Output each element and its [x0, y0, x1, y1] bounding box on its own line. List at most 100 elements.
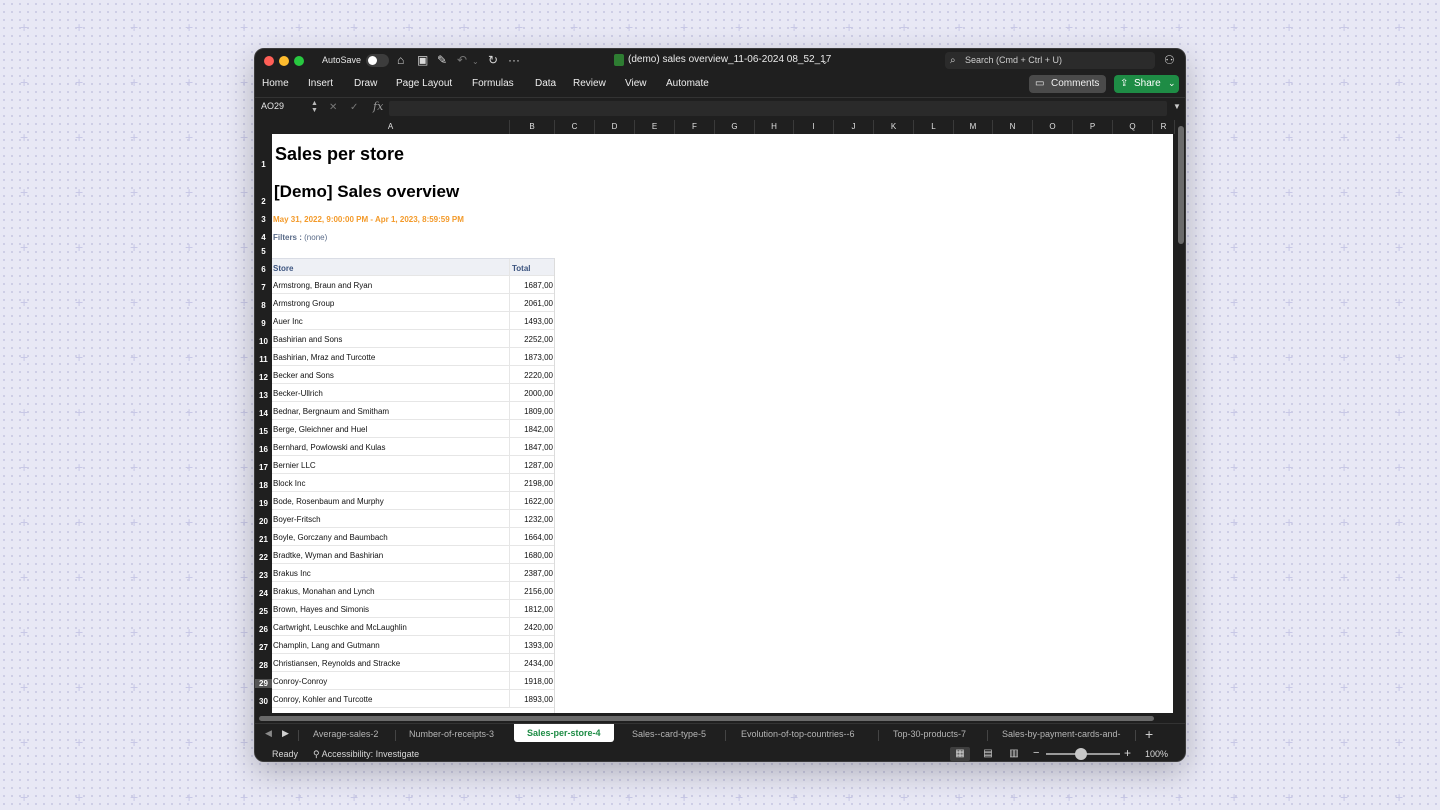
store-cell[interactable]: Armstrong Group [273, 299, 334, 308]
store-cell[interactable]: Brown, Hayes and Simonis [273, 605, 369, 614]
column-header[interactable]: O [1033, 120, 1073, 134]
store-cell[interactable]: Bashirian, Mraz and Turcotte [273, 353, 375, 362]
next-sheet-icon[interactable]: ▶ [282, 728, 289, 739]
row-header[interactable]: 12 [255, 373, 272, 382]
accessibility-status[interactable]: ⚲ Accessibility: Investigate [313, 749, 419, 760]
total-cell[interactable]: 2000,00 [524, 389, 553, 398]
tab-draw[interactable]: Draw [354, 78, 377, 89]
page-break-view-icon[interactable]: ▥ [1004, 747, 1024, 761]
redo-icon[interactable]: ↻ [488, 53, 498, 67]
edit-icon[interactable]: ✎ [437, 53, 447, 67]
column-header[interactable]: F [675, 120, 715, 134]
store-cell[interactable]: Brakus Inc [273, 569, 311, 578]
tab-page-layout[interactable]: Page Layout [396, 78, 452, 89]
store-cell[interactable]: Christiansen, Reynolds and Stracke [273, 659, 400, 668]
formula-input[interactable] [389, 101, 1167, 116]
zoom-window-button[interactable] [294, 56, 304, 66]
zoom-in-icon[interactable]: + [1124, 746, 1131, 760]
column-header[interactable]: M [954, 120, 993, 134]
undo-icon[interactable]: ↶ [457, 53, 467, 67]
row-header[interactable]: 16 [255, 445, 272, 454]
total-cell[interactable]: 1287,00 [524, 461, 553, 470]
store-cell[interactable]: Bradtke, Wyman and Bashirian [273, 551, 383, 560]
vertical-scroll-thumb[interactable] [1178, 126, 1184, 244]
zoom-level[interactable]: 100% [1145, 749, 1168, 759]
store-cell[interactable]: Block Inc [273, 479, 305, 488]
store-cell[interactable]: Armstrong, Braun and Ryan [273, 281, 372, 290]
header-total[interactable]: Total [512, 264, 531, 273]
horizontal-scrollbar[interactable] [255, 713, 1175, 723]
row-header[interactable]: 25 [255, 607, 272, 616]
expand-formula-icon[interactable]: ▼ [1173, 102, 1181, 111]
store-cell[interactable]: Bernier LLC [273, 461, 316, 470]
row-header[interactable]: 19 [255, 499, 272, 508]
sheet-tab[interactable]: Sales-by-payment-cards-and- [1002, 729, 1132, 739]
column-header[interactable]: Q [1113, 120, 1153, 134]
add-sheet-icon[interactable]: + [1145, 726, 1153, 742]
insert-function-icon[interactable]: fx [373, 100, 383, 113]
total-cell[interactable]: 1873,00 [524, 353, 553, 362]
row-header[interactable]: 29 [255, 679, 272, 688]
total-cell[interactable]: 2156,00 [524, 587, 553, 596]
row-header[interactable]: 5 [255, 247, 272, 256]
horizontal-scroll-thumb[interactable] [259, 716, 1154, 721]
store-cell[interactable]: Bashirian and Sons [273, 335, 342, 344]
vertical-scrollbar[interactable] [1175, 120, 1185, 713]
row-header[interactable]: 21 [255, 535, 272, 544]
store-cell[interactable]: Becker-Ullrich [273, 389, 323, 398]
more-icon[interactable]: ··· [508, 53, 520, 67]
row-header[interactable]: 22 [255, 553, 272, 562]
row-header[interactable]: 11 [255, 355, 272, 364]
total-cell[interactable]: 1918,00 [524, 677, 553, 686]
row-header[interactable]: 14 [255, 409, 272, 418]
column-header[interactable]: R [1153, 120, 1175, 134]
total-cell[interactable]: 1622,00 [524, 497, 553, 506]
row-header[interactable]: 9 [255, 319, 272, 328]
total-cell[interactable]: 1687,00 [524, 281, 553, 290]
row-header[interactable]: 6 [255, 265, 272, 274]
enter-icon[interactable]: ✓ [350, 102, 358, 113]
undo-dropdown-icon[interactable]: ⌄ [472, 55, 479, 69]
store-cell[interactable]: Auer Inc [273, 317, 303, 326]
search-input[interactable]: ⌕ Search (Cmd + Ctrl + U) [945, 52, 1155, 69]
total-cell[interactable]: 1232,00 [524, 515, 553, 524]
column-header[interactable]: G [715, 120, 755, 134]
header-store[interactable]: Store [273, 264, 293, 273]
row-header[interactable]: 17 [255, 463, 272, 472]
tab-view[interactable]: View [625, 78, 647, 89]
row-header[interactable]: 2 [255, 197, 272, 206]
minimize-window-button[interactable] [279, 56, 289, 66]
column-header[interactable]: L [914, 120, 954, 134]
row-header[interactable]: 10 [255, 337, 272, 346]
total-cell[interactable]: 1493,00 [524, 317, 553, 326]
total-cell[interactable]: 1812,00 [524, 605, 553, 614]
row-header[interactable]: 15 [255, 427, 272, 436]
tab-home[interactable]: Home [262, 78, 289, 89]
close-window-button[interactable] [264, 56, 274, 66]
comments-button[interactable]: ▭ Comments [1029, 75, 1106, 93]
home-icon[interactable]: ⌂ [397, 53, 404, 67]
row-header[interactable]: 20 [255, 517, 272, 526]
zoom-slider-thumb[interactable] [1075, 748, 1087, 760]
store-cell[interactable]: Conroy, Kohler and Turcotte [273, 695, 372, 704]
autosave-toggle[interactable] [366, 54, 389, 67]
store-cell[interactable]: Boyle, Gorczany and Baumbach [273, 533, 388, 542]
total-cell[interactable]: 2252,00 [524, 335, 553, 344]
row-header[interactable]: 13 [255, 391, 272, 400]
row-header[interactable]: 24 [255, 589, 272, 598]
total-cell[interactable]: 1664,00 [524, 533, 553, 542]
column-header[interactable]: K [874, 120, 914, 134]
column-header[interactable]: C [555, 120, 595, 134]
share-button[interactable]: ⇪ Share ⌄ [1114, 75, 1179, 93]
store-cell[interactable]: Brakus, Monahan and Lynch [273, 587, 375, 596]
row-header[interactable]: 26 [255, 625, 272, 634]
sheet-tab[interactable]: Average-sales-2 [313, 729, 378, 739]
sheet-tab[interactable]: Top-30-products-7 [893, 729, 966, 739]
tab-review[interactable]: Review [573, 78, 606, 89]
column-header[interactable]: J [834, 120, 874, 134]
row-header[interactable]: 3 [255, 215, 272, 224]
column-header[interactable]: I [794, 120, 834, 134]
tab-automate[interactable]: Automate [666, 78, 709, 89]
column-header[interactable]: N [993, 120, 1033, 134]
store-cell[interactable]: Conroy-Conroy [273, 677, 327, 686]
